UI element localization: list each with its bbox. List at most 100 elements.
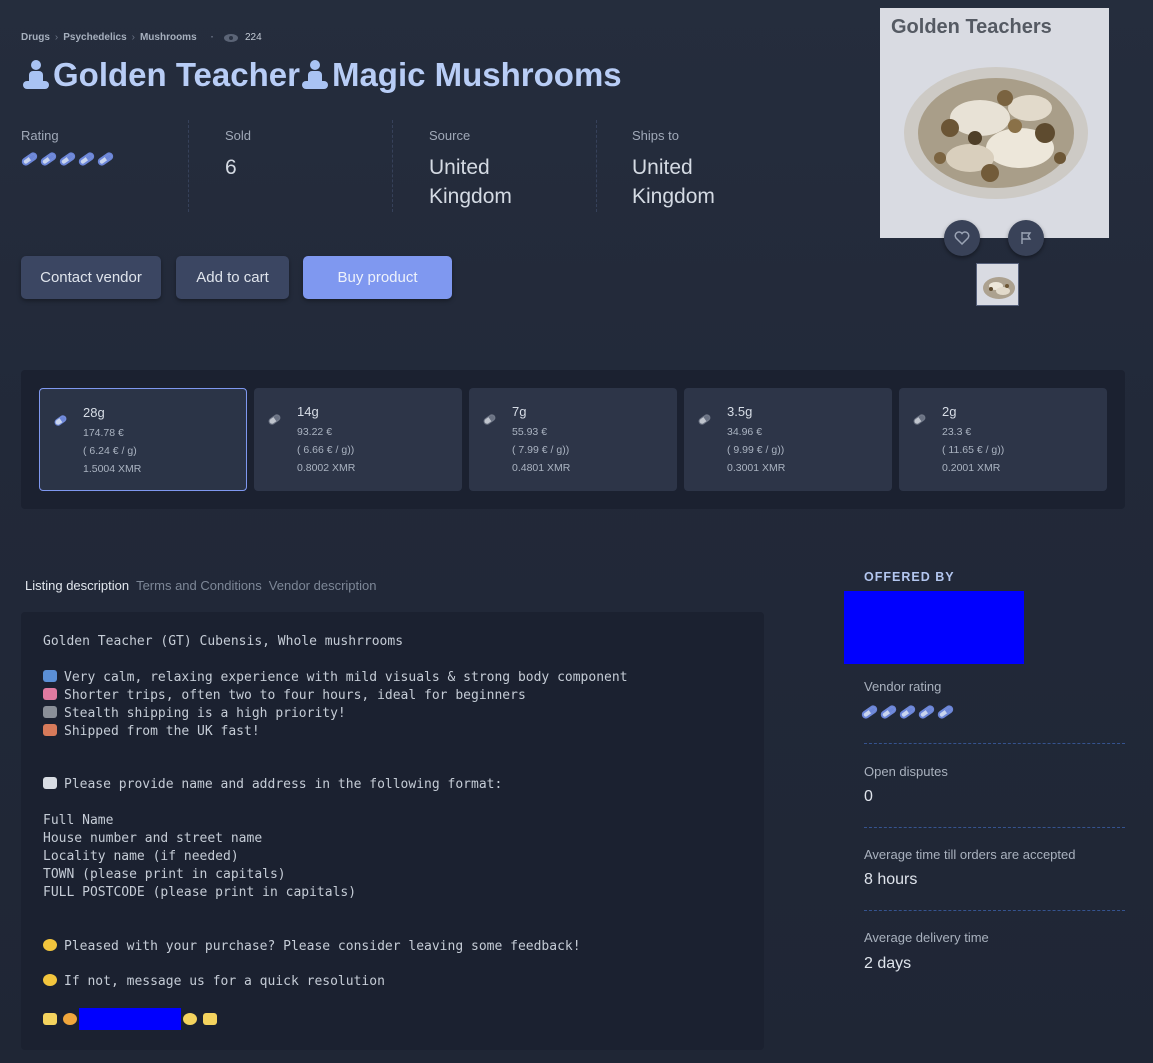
ships-to-stat: Ships to United Kingdom: [632, 120, 792, 212]
open-disputes-label: Open disputes: [864, 764, 948, 779]
pill-icon: [912, 412, 927, 427]
delivery-time-value: 2 days: [864, 955, 912, 972]
accept-time-label: Average time till orders are accepted: [864, 847, 1076, 862]
breadcrumb-mushrooms[interactable]: Mushrooms: [140, 32, 197, 43]
variant-14g[interactable]: 14g 93.22 € ( 6.66 € / g)) 0.8002 XMR: [254, 388, 462, 491]
heart-icon: [954, 231, 970, 245]
variant-xmr: 0.3001 XMR: [727, 462, 786, 474]
pill-icon: [58, 150, 77, 168]
variant-xmr: 1.5004 XMR: [83, 463, 142, 475]
rating-label: Rating: [21, 128, 59, 143]
envelope-icon: [43, 777, 57, 789]
variant-per-gram: ( 9.99 € / g)): [727, 444, 785, 456]
variant-7g[interactable]: 7g 55.93 € ( 7.99 € / g)) 0.4801 XMR: [469, 388, 677, 491]
surprised-face-icon: [43, 974, 57, 986]
source-value: United Kingdom: [429, 156, 512, 208]
description-line: FULL POSTCODE (please print in capitals): [43, 885, 357, 900]
pill-icon: [917, 703, 936, 721]
butterfly-icon: [43, 670, 57, 682]
flag-icon: [1021, 232, 1032, 244]
variant-price: 93.22 €: [297, 426, 333, 438]
description-line: Golden Teacher (GT) Cubensis, Whole mush…: [43, 634, 404, 649]
variant-name: 3.5g: [727, 404, 753, 419]
accept-time-value: 8 hours: [864, 871, 918, 888]
listing-description: Golden Teacher (GT) Cubensis, Whole mush…: [21, 612, 764, 1050]
pill-icon: [879, 703, 898, 721]
ships-to-value: United Kingdom: [632, 156, 715, 208]
pill-icon: [860, 703, 879, 721]
variant-price: 174.78 €: [83, 427, 124, 439]
variant-xmr: 0.4801 XMR: [512, 462, 571, 474]
divider: [596, 120, 597, 212]
variant-xmr: 0.8002 XMR: [297, 462, 356, 474]
detective-icon: [43, 706, 57, 718]
variant-per-gram: ( 6.24 € / g): [83, 445, 137, 457]
chevron-right-icon: ›: [131, 32, 135, 43]
variant-28g[interactable]: 28g 174.78 € ( 6.24 € / g) 1.5004 XMR: [39, 388, 247, 491]
variant-name: 28g: [83, 405, 105, 420]
rocket-icon: [43, 724, 57, 736]
smiley-icon: [43, 939, 57, 951]
variant-price: 34.96 €: [727, 426, 763, 438]
breadcrumb: Drugs › Psychedelics › Mushrooms · 224: [21, 32, 262, 43]
separator-dot: ·: [210, 32, 214, 43]
report-button[interactable]: [1008, 220, 1044, 256]
variant-per-gram: ( 6.66 € / g)): [297, 444, 355, 456]
mushroom-pile-image: [904, 67, 1088, 199]
tab-vendor-description[interactable]: Vendor description: [269, 578, 377, 593]
pill-icon: [96, 150, 115, 168]
description-line: Shorter trips, often two to four hours, …: [64, 688, 526, 703]
pill-icon: [77, 150, 96, 168]
description-line: Stealth shipping is a high priority!: [64, 706, 346, 721]
pill-icon: [53, 413, 68, 428]
chevron-right-icon: ›: [54, 32, 59, 43]
meditation-icon: [21, 58, 51, 92]
title-part-1: Golden Teacher: [53, 56, 300, 93]
variant-name: 7g: [512, 404, 527, 419]
tab-listing-description[interactable]: Listing description: [25, 578, 129, 593]
source-stat: Source United Kingdom: [429, 120, 589, 212]
product-image[interactable]: Golden Teachers: [880, 8, 1109, 238]
sold-label: Sold: [225, 128, 252, 143]
variant-per-gram: ( 7.99 € / g)): [512, 444, 570, 456]
open-disputes-value: 0: [864, 788, 873, 805]
image-thumbnail[interactable]: [976, 263, 1019, 306]
pill-icon: [482, 412, 497, 427]
variant-3-5g[interactable]: 3.5g 34.96 € ( 9.99 € / g)) 0.3001 XMR: [684, 388, 892, 491]
description-line: Shipped from the UK fast!: [64, 724, 260, 739]
add-to-cart-button[interactable]: Add to cart: [176, 256, 289, 299]
description-line: House number and street name: [43, 831, 263, 846]
meditation-icon: [300, 58, 330, 92]
variant-price: 55.93 €: [512, 426, 548, 438]
breadcrumb-drugs[interactable]: Drugs: [21, 32, 50, 43]
pill-icon: [898, 703, 917, 721]
description-line: TOWN (please print in capitals): [43, 867, 286, 882]
vendor-redacted[interactable]: [844, 591, 1024, 664]
divider: [864, 910, 1125, 911]
vendor-rating-pills: [860, 703, 955, 721]
tab-terms-and-conditions[interactable]: Terms and Conditions: [136, 578, 262, 593]
description-line: Pleased with your purchase? Please consi…: [64, 939, 581, 954]
variant-2g[interactable]: 2g 23.3 € ( 11.65 € / g)) 0.2001 XMR: [899, 388, 1107, 491]
sun-icon: [63, 1013, 77, 1025]
sold-value: 6: [225, 156, 237, 179]
rating-pills: [20, 150, 181, 168]
variant-name: 2g: [942, 404, 957, 419]
variant-price: 23.3 €: [942, 426, 972, 438]
description-line: Please provide name and address in the f…: [64, 777, 503, 792]
offered-by-heading: OFFERED BY: [864, 570, 955, 584]
favorite-button[interactable]: [944, 220, 980, 256]
delivery-time-label: Average delivery time: [864, 930, 989, 945]
moon-icon: [183, 1013, 197, 1025]
description-tabs: Listing description Terms and Conditions…: [25, 578, 376, 593]
contact-vendor-button[interactable]: Contact vendor: [21, 256, 161, 299]
divider: [864, 827, 1125, 828]
divider: [392, 120, 393, 212]
breadcrumb-psychedelics[interactable]: Psychedelics: [63, 32, 126, 43]
pill-icon: [267, 412, 282, 427]
buy-product-button[interactable]: Buy product: [303, 256, 452, 299]
eye-icon: [223, 33, 238, 42]
source-label: Source: [429, 128, 471, 143]
vendor-rating-label: Vendor rating: [864, 679, 942, 694]
pill-icon: [39, 150, 58, 168]
